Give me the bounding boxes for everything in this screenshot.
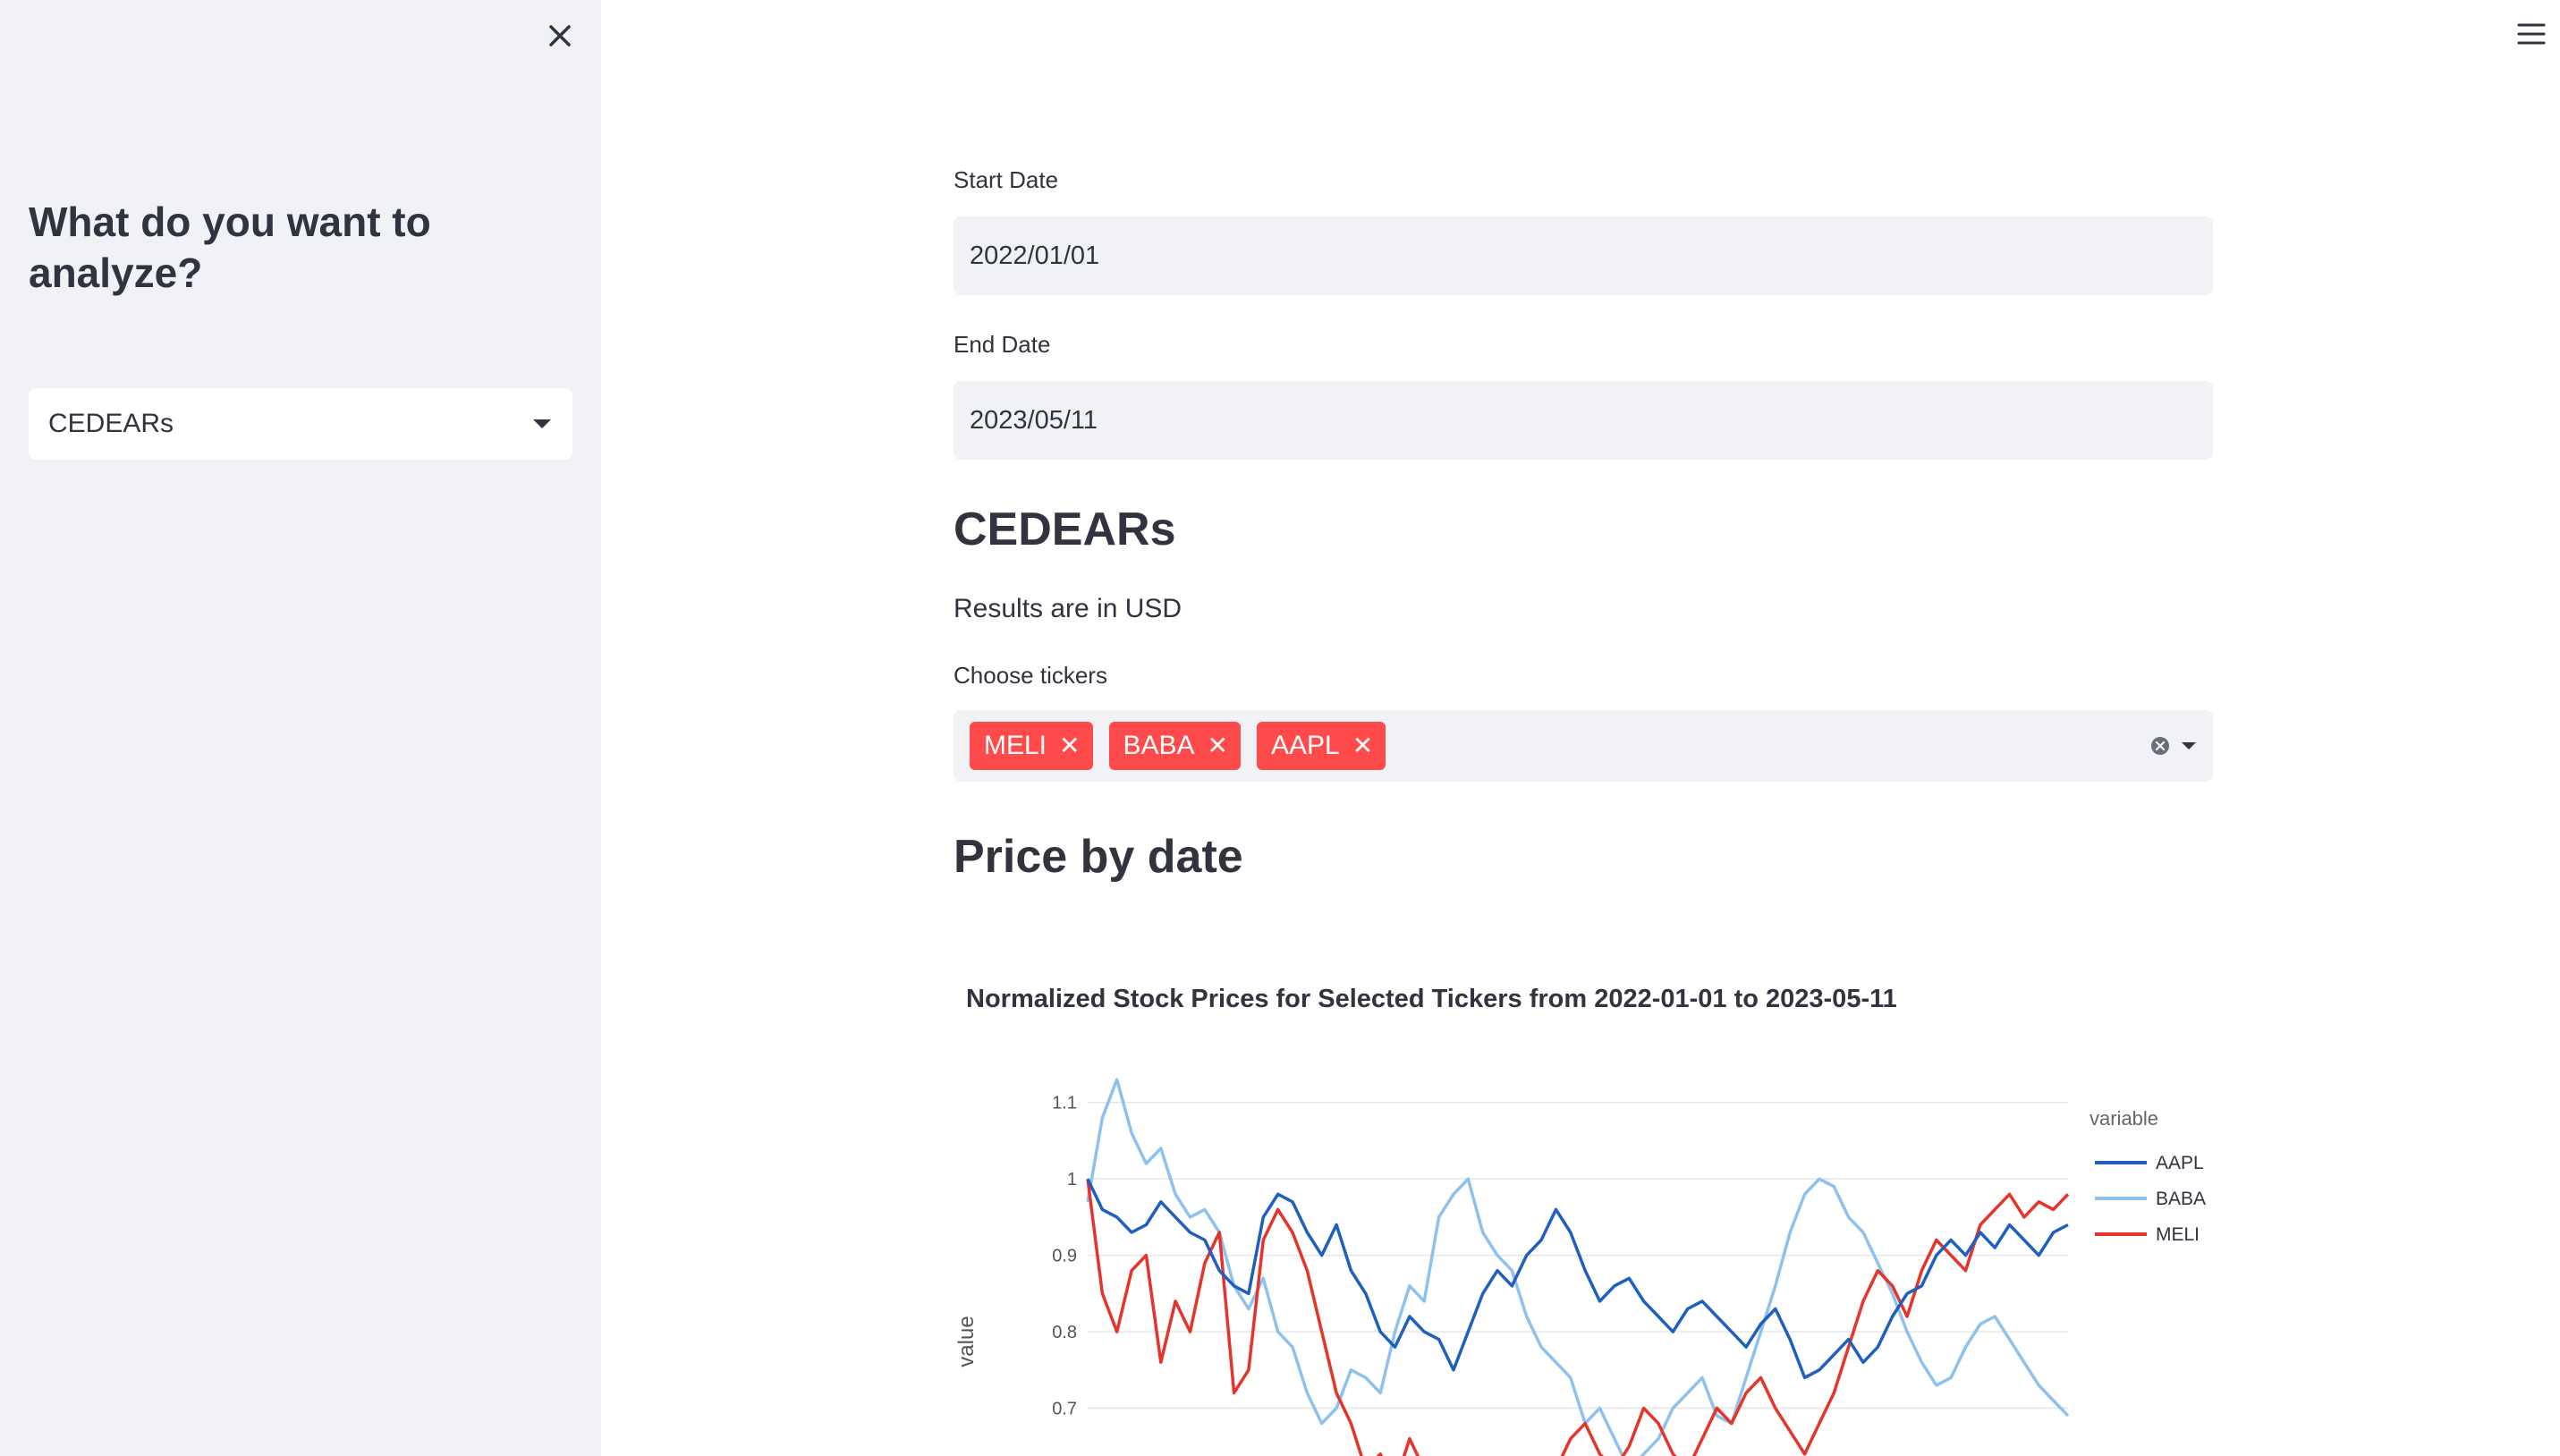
price-chart[interactable]: Normalized Stock Prices for Selected Tic… (954, 948, 2217, 1456)
chart-legend[interactable]: variable AAPL BABA MELI (2090, 1107, 2206, 1245)
end-date-input[interactable]: 2023/05/11 (954, 381, 2213, 460)
legend-title: variable (2090, 1107, 2158, 1130)
caret-down-icon[interactable] (2181, 741, 2197, 751)
app-root: What do you want to analyze? CEDEARs Sta… (0, 0, 2560, 1456)
chart-series (1086, 1078, 2070, 1456)
remove-tag-icon[interactable]: ✕ (1059, 733, 1080, 758)
chart-title: Normalized Stock Prices for Selected Tic… (966, 985, 1897, 1013)
tickers-multiselect[interactable]: MELI ✕ BABA ✕ AAPL ✕ (954, 710, 2213, 782)
chart-section-title: Price by date (954, 831, 1243, 883)
results-currency-text: Results are in USD (954, 594, 1183, 623)
analysis-type-select[interactable]: CEDEARs (29, 388, 572, 460)
close-icon (549, 25, 571, 47)
end-date-label: End Date (954, 331, 1051, 358)
legend-item-meli[interactable]: MELI (2156, 1224, 2200, 1245)
series-line-meli[interactable] (1086, 1178, 2070, 1456)
sidebar-title: What do you want to analyze? (29, 199, 431, 296)
series-line-baba[interactable] (1086, 1078, 2070, 1456)
y-tick-label: 1 (1067, 1170, 1077, 1189)
start-date-input[interactable]: 2022/01/01 (954, 216, 2213, 295)
clear-all-icon[interactable] (2150, 736, 2170, 756)
section-title: CEDEARs (954, 504, 1176, 555)
tickers-label: Choose tickers (954, 662, 1107, 689)
ticker-tag-label: MELI (984, 731, 1047, 760)
y-tick-label: 0.7 (1052, 1400, 1077, 1419)
analysis-type-value: CEDEARs (48, 409, 174, 438)
chart-y-ticks: 0.7 0.8 0.9 1 1.1 (1052, 1094, 1077, 1419)
ticker-tag-aapl[interactable]: AAPL ✕ (1257, 722, 1386, 770)
caret-down-icon (533, 419, 551, 428)
ticker-tag-label: AAPL (1271, 731, 1340, 760)
start-date-label: Start Date (954, 166, 1059, 193)
y-tick-label: 1.1 (1052, 1094, 1077, 1113)
ticker-tag-label: BABA (1123, 731, 1195, 760)
remove-tag-icon[interactable]: ✕ (1352, 733, 1373, 758)
ticker-tag-baba[interactable]: BABA ✕ (1108, 722, 1242, 770)
y-tick-label: 0.9 (1052, 1247, 1077, 1266)
legend-item-baba[interactable]: BABA (2156, 1189, 2206, 1209)
price-chart-svg: Normalized Stock Prices for Selected Tic… (954, 985, 2206, 1456)
sidebar: What do you want to analyze? CEDEARs (0, 0, 601, 1456)
y-tick-label: 0.8 (1052, 1323, 1077, 1342)
close-sidebar-button[interactable] (542, 18, 578, 54)
remove-tag-icon[interactable]: ✕ (1208, 733, 1228, 758)
y-axis-label: value (954, 1316, 979, 1367)
legend-item-aapl[interactable]: AAPL (2156, 1153, 2204, 1173)
multiselect-controls (2150, 736, 2197, 756)
main-menu-button[interactable] (2513, 16, 2549, 52)
hamburger-menu-icon (2517, 23, 2546, 45)
ticker-tag-meli[interactable]: MELI ✕ (970, 722, 1093, 770)
series-line-aapl[interactable] (1086, 1178, 2069, 1380)
